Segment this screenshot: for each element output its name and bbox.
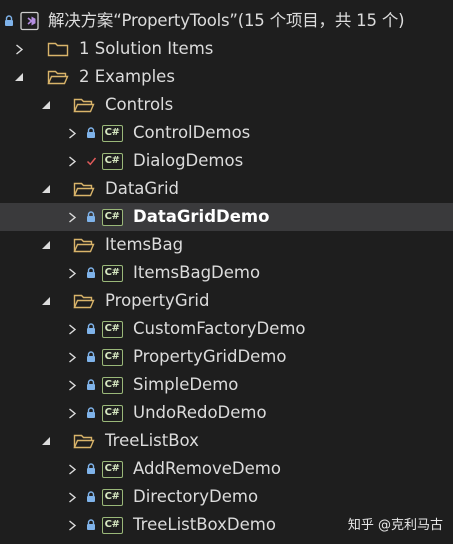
chevron-down-icon[interactable] [38, 427, 54, 455]
chevron-right-icon[interactable] [64, 203, 80, 231]
tree-item-label: DataGrid [105, 179, 180, 198]
chevron-right-icon[interactable] [64, 455, 80, 483]
lock-icon [3, 7, 15, 35]
visual-studio-solution-icon [19, 7, 41, 35]
tree-item-label: CustomFactoryDemo [133, 319, 306, 338]
tree-row-controls[interactable]: Controls [0, 91, 453, 119]
lock-icon [85, 119, 97, 147]
csharp-project-icon-text: C# [101, 320, 123, 338]
csharp-project-icon: C# [100, 343, 124, 371]
tree-item-label: Controls [105, 95, 174, 114]
solution-title: 解决方案“PropertyTools”(15 个项目，共 15 个) [48, 11, 405, 30]
csharp-project-icon: C# [100, 259, 124, 287]
tree-row-solution-items[interactable]: 1 Solution Items [0, 35, 453, 63]
folder-open-icon [46, 63, 70, 91]
folder-open-icon [72, 287, 96, 315]
tree-row-itemsbag[interactable]: ItemsBag [0, 231, 453, 259]
lock-icon [85, 399, 97, 427]
tree-item-label: ItemsBagDemo [133, 263, 261, 282]
tree-row-propertygrid[interactable]: PropertyGrid [0, 287, 453, 315]
chevron-right-icon[interactable] [64, 371, 80, 399]
checkmark-icon [85, 147, 97, 175]
chevron-down-icon[interactable] [38, 287, 54, 315]
csharp-project-icon: C# [100, 203, 124, 231]
folder-open-icon [72, 91, 96, 119]
csharp-project-icon: C# [100, 371, 124, 399]
lock-icon [85, 511, 97, 539]
folder-open-icon [72, 175, 96, 203]
tree-row-project-datagriddemo[interactable]: C# DataGridDemo [0, 203, 453, 231]
csharp-project-icon: C# [100, 147, 124, 175]
csharp-project-icon-text: C# [101, 516, 123, 534]
chevron-right-icon[interactable] [11, 35, 27, 63]
tree-row-project-propertygriddemo[interactable]: C# PropertyGridDemo [0, 343, 453, 371]
tree-row-project-undoredodemo[interactable]: C# UndoRedoDemo [0, 399, 453, 427]
chevron-right-icon[interactable] [64, 119, 80, 147]
lock-icon [85, 483, 97, 511]
chevron-down-icon[interactable] [38, 91, 54, 119]
tree-item-label: 2 Examples [79, 67, 175, 86]
tree-item-label: PropertyGrid [105, 291, 210, 310]
lock-icon [85, 259, 97, 287]
lock-icon [85, 371, 97, 399]
chevron-right-icon[interactable] [64, 315, 80, 343]
csharp-project-icon-text: C# [101, 208, 123, 226]
tree-item-label: ItemsBag [105, 235, 184, 254]
chevron-right-icon[interactable] [64, 147, 80, 175]
chevron-right-icon[interactable] [64, 343, 80, 371]
csharp-project-icon: C# [100, 315, 124, 343]
tree-row-treelistbox[interactable]: TreeListBox [0, 427, 453, 455]
chevron-right-icon[interactable] [64, 259, 80, 287]
solution-explorer-tree: 解决方案“PropertyTools”(15 个项目，共 15 个) 1 Sol… [0, 0, 453, 534]
chevron-right-icon[interactable] [64, 399, 80, 427]
csharp-project-icon: C# [100, 511, 124, 539]
tree-row-examples[interactable]: 2 Examples [0, 63, 453, 91]
folder-open-icon [72, 231, 96, 259]
csharp-project-icon-text: C# [101, 488, 123, 506]
tree-item-label: TreeListBox [105, 431, 199, 450]
csharp-project-icon: C# [100, 455, 124, 483]
tree-item-label: PropertyGridDemo [133, 347, 287, 366]
tree-row-project-dialogdemos[interactable]: C# DialogDemos [0, 147, 453, 175]
tree-item-label: DirectoryDemo [133, 487, 259, 506]
chevron-down-icon[interactable] [38, 231, 54, 259]
tree-item-label: UndoRedoDemo [133, 403, 267, 422]
tree-item-label: SimpleDemo [133, 375, 239, 394]
tree-row-solution[interactable]: 解决方案“PropertyTools”(15 个项目，共 15 个) [0, 7, 453, 35]
tree-row-project-directorydemo[interactable]: C# DirectoryDemo [0, 483, 453, 511]
tree-item-label: 1 Solution Items [79, 39, 214, 58]
tree-row-project-addremovedemo[interactable]: C# AddRemoveDemo [0, 455, 453, 483]
tree-row-project-controldemos[interactable]: C# ControlDemos [0, 119, 453, 147]
csharp-project-icon: C# [100, 119, 124, 147]
tree-item-label: DialogDemos [133, 151, 244, 170]
tree-row-project-simpledemo[interactable]: C# SimpleDemo [0, 371, 453, 399]
csharp-project-icon-text: C# [101, 376, 123, 394]
lock-icon [85, 203, 97, 231]
watermark-text: 知乎 @克利马古 [347, 518, 443, 533]
csharp-project-icon: C# [100, 483, 124, 511]
tree-row-datagrid[interactable]: DataGrid [0, 175, 453, 203]
lock-icon [85, 343, 97, 371]
tree-item-label: TreeListBoxDemo [133, 515, 276, 534]
tree-item-label: AddRemoveDemo [133, 459, 281, 478]
tree-item-label: DataGridDemo [133, 207, 270, 226]
csharp-project-icon-text: C# [101, 124, 123, 142]
chevron-right-icon[interactable] [64, 483, 80, 511]
tree-row-project-customfactorydemo[interactable]: C# CustomFactoryDemo [0, 315, 453, 343]
csharp-project-icon: C# [100, 399, 124, 427]
csharp-project-icon-text: C# [101, 152, 123, 170]
chevron-down-icon[interactable] [38, 175, 54, 203]
lock-icon [85, 455, 97, 483]
tree-row-project-itemsbagdemo[interactable]: C# ItemsBagDemo [0, 259, 453, 287]
lock-icon [85, 315, 97, 343]
chevron-right-icon[interactable] [64, 511, 80, 539]
tree-item-label: ControlDemos [133, 123, 251, 142]
csharp-project-icon-text: C# [101, 348, 123, 366]
csharp-project-icon-text: C# [101, 404, 123, 422]
chevron-down-icon[interactable] [11, 63, 27, 91]
folder-open-icon [72, 427, 96, 455]
csharp-project-icon-text: C# [101, 264, 123, 282]
folder-icon [46, 35, 70, 63]
csharp-project-icon-text: C# [101, 460, 123, 478]
